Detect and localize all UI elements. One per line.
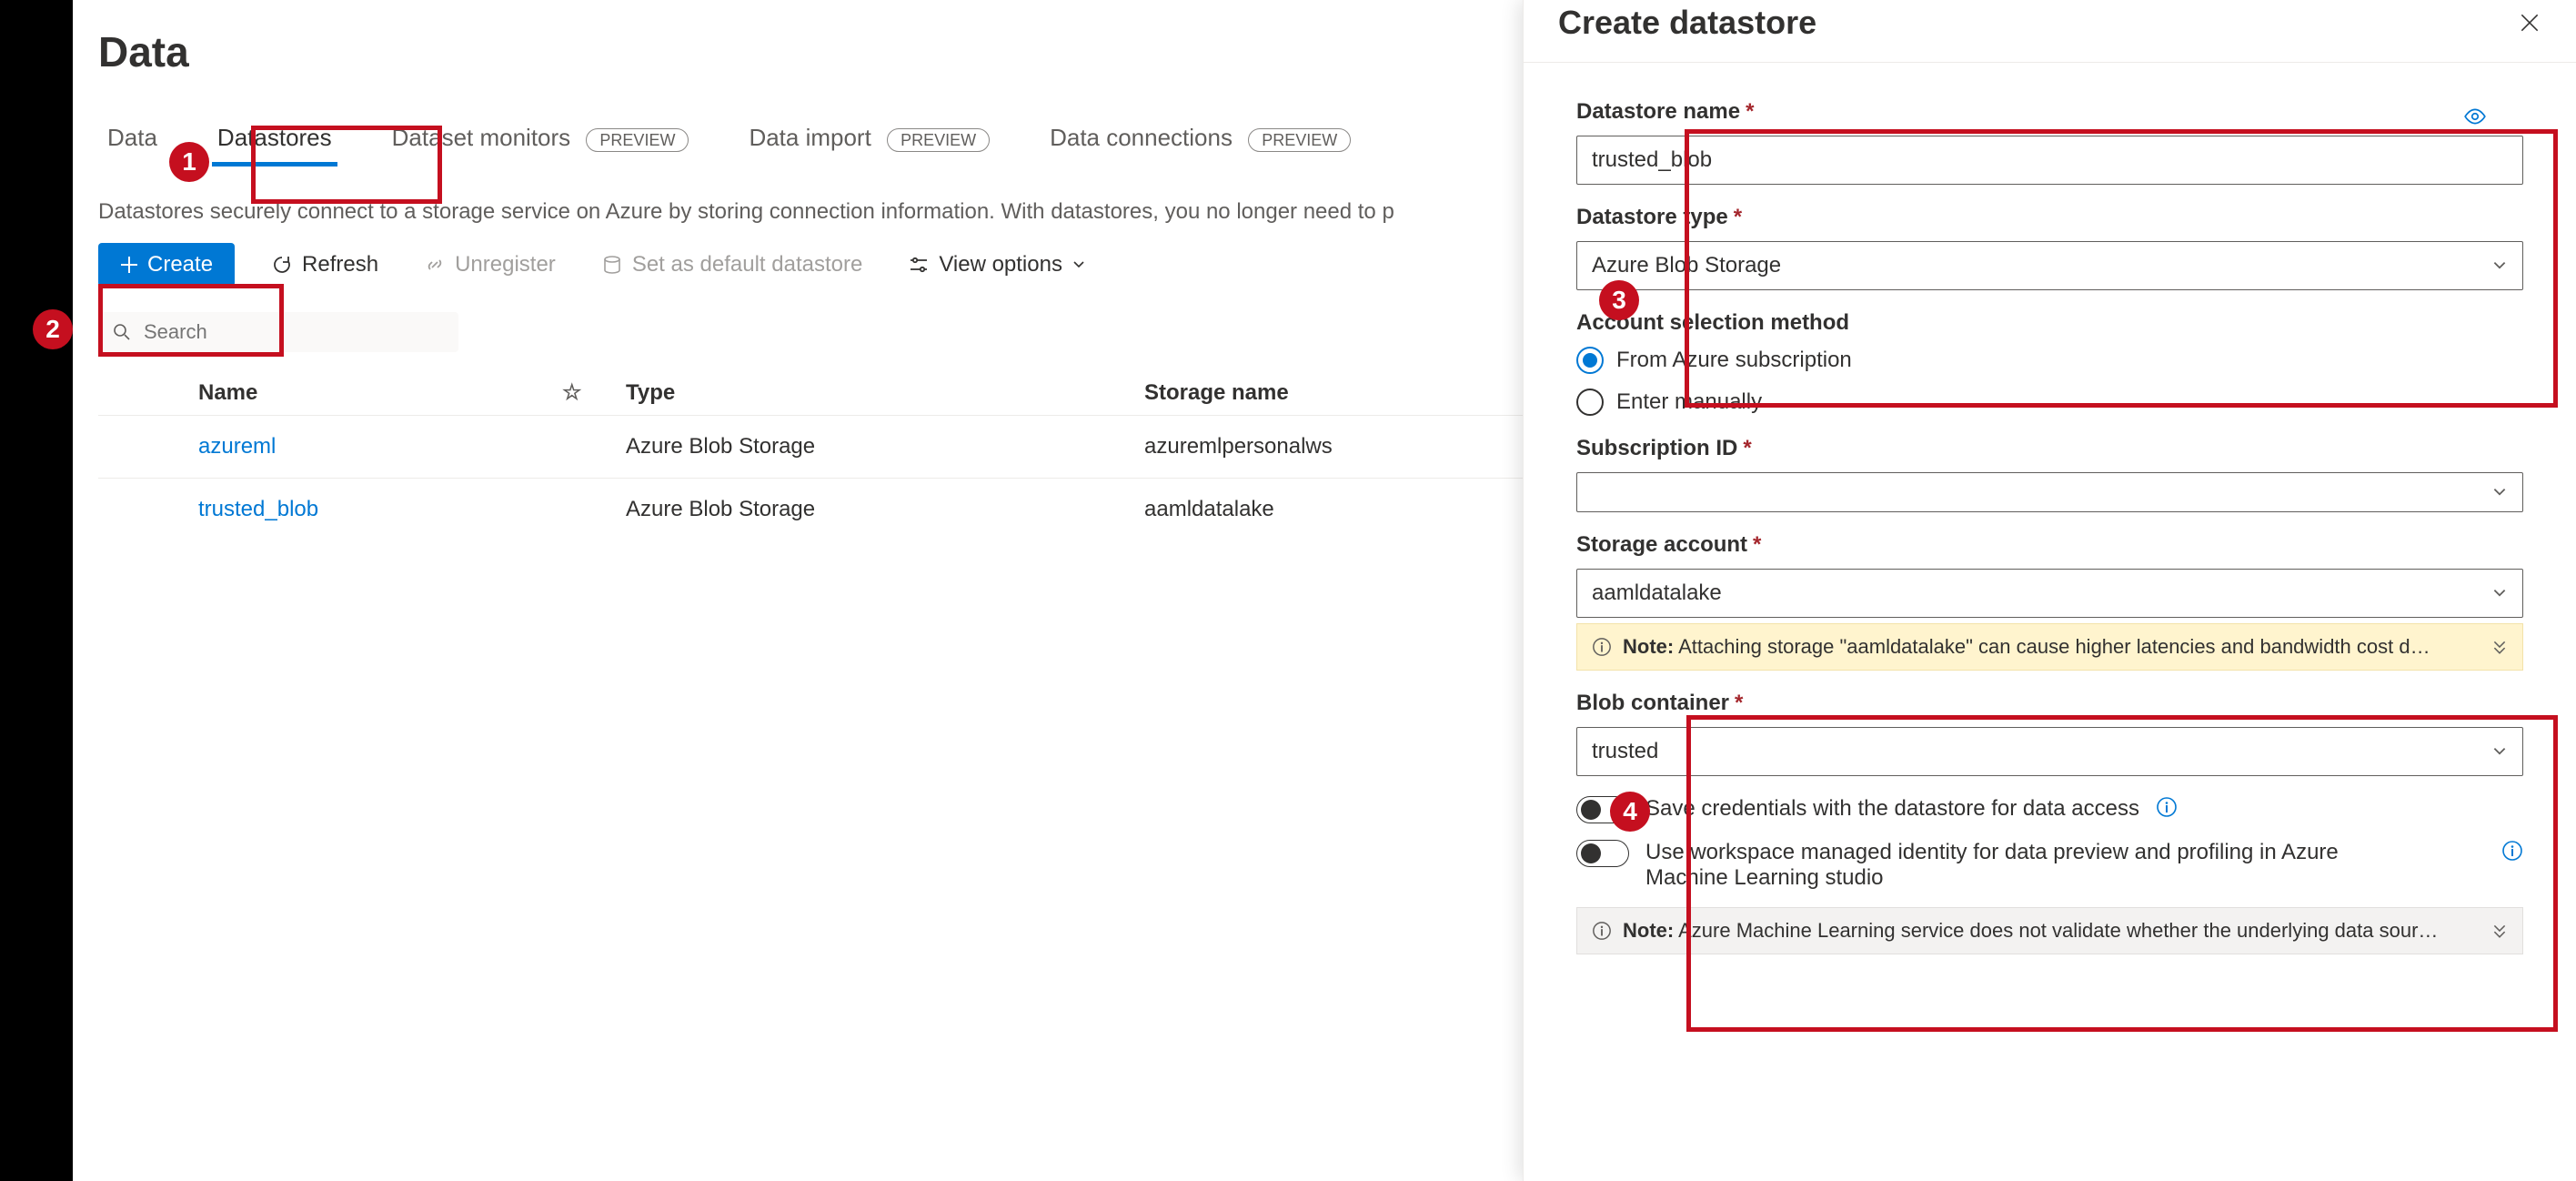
- note-label: Note:: [1623, 919, 1674, 942]
- label-managed-identity: Use workspace managed identity for data …: [1645, 840, 2391, 891]
- left-black-strip: [0, 0, 73, 1181]
- label-storage-account: Storage account: [1576, 532, 1747, 558]
- radio-enter-manually[interactable]: Enter manually: [1576, 389, 2523, 416]
- storage-account-select[interactable]: aamldatalake: [1576, 569, 2523, 618]
- info-icon[interactable]: [2156, 796, 2178, 818]
- plus-icon: [120, 256, 138, 274]
- info-icon: [1592, 637, 1612, 657]
- row-type: Azure Blob Storage: [626, 497, 1144, 522]
- annotation-2: 2: [33, 309, 73, 349]
- datastore-link[interactable]: trusted_blob: [198, 497, 318, 521]
- annotation-4: 4: [1610, 792, 1650, 832]
- tab-data-assets-label: Data: [107, 124, 157, 151]
- required-asterisk: *: [1734, 205, 1742, 230]
- unregister-label: Unregister: [455, 252, 556, 278]
- annotation-1: 1: [169, 142, 209, 182]
- datastore-icon: [601, 254, 623, 276]
- storage-account-value: aamldatalake: [1592, 580, 1722, 606]
- required-asterisk: *: [1746, 99, 1754, 125]
- storage-warning-banner[interactable]: Note: Attaching storage "aamldatalake" c…: [1576, 623, 2523, 671]
- tab-data-connections-label: Data connections: [1050, 124, 1233, 151]
- datastore-link[interactable]: azureml: [198, 434, 276, 459]
- label-save-credentials: Save credentials with the datastore for …: [1645, 796, 2139, 822]
- chevron-down-icon: [2491, 585, 2508, 601]
- set-default-label: Set as default datastore: [632, 252, 863, 278]
- datastore-type-select[interactable]: Azure Blob Storage: [1576, 241, 2523, 290]
- required-asterisk: *: [1743, 436, 1751, 461]
- search-icon: [113, 323, 131, 341]
- radio-from-subscription-label: From Azure subscription: [1616, 348, 1852, 373]
- preview-badge: PREVIEW: [586, 128, 689, 152]
- label-subscription-id: Subscription ID: [1576, 436, 1737, 461]
- col-name: Name: [198, 380, 562, 406]
- annotation-3: 3: [1599, 280, 1639, 320]
- search-input-wrap[interactable]: [98, 312, 458, 352]
- tab-datastores-label: Datastores: [217, 124, 332, 151]
- refresh-icon: [271, 254, 293, 276]
- tab-data-assets[interactable]: Data: [98, 118, 166, 167]
- account-selection-radiogroup: From Azure subscription Enter manually: [1576, 347, 2523, 416]
- tab-data-import-label: Data import: [749, 124, 870, 151]
- chevron-down-icon: [1072, 257, 1086, 272]
- tab-data-import[interactable]: Data import PREVIEW: [740, 118, 999, 167]
- required-asterisk: *: [1735, 691, 1743, 716]
- panel-title: Create datastore: [1558, 4, 1816, 42]
- row-type: Azure Blob Storage: [626, 434, 1144, 459]
- preview-badge: PREVIEW: [887, 128, 990, 152]
- chevron-down-icon: [2491, 743, 2508, 760]
- blob-container-value: trusted: [1592, 739, 1658, 764]
- chevron-down-icon: [2491, 484, 2508, 500]
- label-datastore-name: Datastore name: [1576, 99, 1740, 125]
- col-type: Type: [626, 380, 1144, 406]
- create-button[interactable]: Create: [98, 243, 235, 287]
- create-datastore-panel: Create datastore Datastore name * Datast…: [1523, 0, 2576, 1181]
- datastore-name-input[interactable]: [1576, 136, 2523, 185]
- tab-dataset-monitors-label: Dataset monitors: [392, 124, 571, 151]
- favorite-column-icon: ☆: [562, 379, 626, 406]
- blob-container-select[interactable]: trusted: [1576, 727, 2523, 776]
- note-validate-text: Azure Machine Learning service does not …: [1678, 919, 2438, 942]
- label-blob-container: Blob container: [1576, 691, 1729, 716]
- eye-icon[interactable]: [2463, 105, 2487, 128]
- datastore-type-value: Azure Blob Storage: [1592, 253, 1781, 278]
- required-asterisk: *: [1753, 532, 1761, 558]
- unregister-button: Unregister: [415, 247, 565, 283]
- search-input[interactable]: [142, 319, 444, 345]
- view-options-button[interactable]: View options: [899, 247, 1095, 283]
- sliders-icon: [908, 254, 930, 276]
- subscription-id-select[interactable]: [1576, 472, 2523, 512]
- refresh-label: Refresh: [302, 252, 378, 278]
- set-default-button: Set as default datastore: [592, 247, 872, 283]
- radio-enter-manually-label: Enter manually: [1616, 389, 1762, 415]
- tab-data-connections[interactable]: Data connections PREVIEW: [1041, 118, 1360, 167]
- note-storage-text: Attaching storage "aamldatalake" can cau…: [1678, 635, 2430, 658]
- note-label: Note:: [1623, 635, 1674, 658]
- close-icon[interactable]: [2518, 11, 2541, 35]
- toggle-managed-identity[interactable]: [1576, 840, 1629, 867]
- create-button-label: Create: [147, 252, 213, 278]
- refresh-button[interactable]: Refresh: [262, 247, 387, 283]
- info-icon: [1592, 921, 1612, 941]
- radio-from-subscription[interactable]: From Azure subscription: [1576, 347, 2523, 374]
- tab-dataset-monitors[interactable]: Dataset monitors PREVIEW: [383, 118, 699, 167]
- unlink-icon: [424, 254, 446, 276]
- preview-badge: PREVIEW: [1248, 128, 1351, 152]
- chevron-down-icon: [2491, 257, 2508, 274]
- info-icon[interactable]: [2501, 840, 2523, 862]
- view-options-label: View options: [939, 252, 1062, 278]
- validate-warning-banner[interactable]: Note: Azure Machine Learning service doe…: [1576, 907, 2523, 954]
- tab-datastores[interactable]: Datastores: [208, 118, 341, 167]
- chevron-double-down-icon[interactable]: [2491, 639, 2508, 655]
- label-datastore-type: Datastore type: [1576, 205, 1728, 230]
- chevron-double-down-icon[interactable]: [2491, 923, 2508, 939]
